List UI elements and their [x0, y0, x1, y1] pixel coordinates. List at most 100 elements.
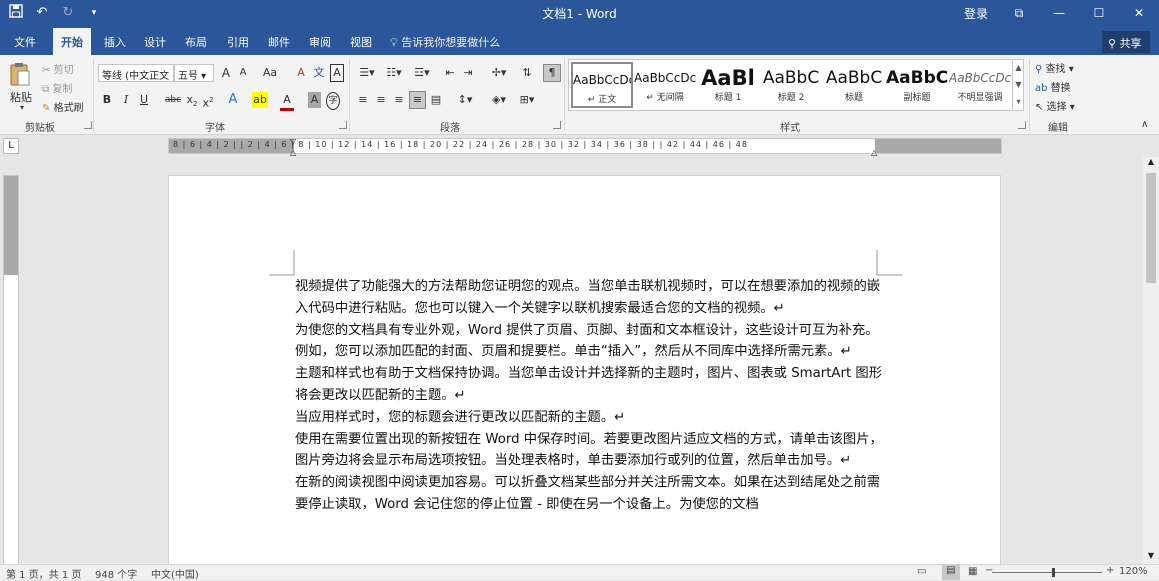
maximize-icon[interactable]: ☐ — [1079, 0, 1119, 28]
tab-review[interactable]: 审阅 — [309, 34, 331, 50]
paragraph[interactable]: 主题和样式也有助于文档保持协调。当您单击设计并选择新的主题时，图片、图表或 Sm… — [295, 363, 885, 407]
style-subtle-emphasis[interactable]: AaBbCcDc 不明显强调 — [949, 62, 1011, 108]
tab-view[interactable]: 视图 — [350, 34, 372, 50]
word-count[interactable]: 948 个字 — [95, 566, 137, 581]
align-right-icon[interactable]: ≡ — [391, 92, 407, 108]
close-icon[interactable]: ✕ — [1119, 0, 1159, 28]
shading-icon[interactable]: ◈▾ — [486, 92, 512, 108]
styles-launcher-icon[interactable] — [1018, 121, 1026, 129]
font-size-combo[interactable]: 五号 ▾ — [174, 64, 214, 82]
print-layout-icon[interactable]: ▤ — [942, 565, 960, 580]
font-name-combo[interactable]: 等线 (中文正文 — [98, 64, 174, 82]
right-indent-marker[interactable]: △ — [871, 148, 877, 157]
paragraph[interactable]: 当应用样式时，您的标题会进行更改以匹配新的主题。↵ — [295, 407, 885, 429]
underline-icon[interactable]: U — [137, 92, 151, 108]
change-case-icon[interactable]: Aa — [259, 65, 281, 81]
grow-font-icon[interactable]: A — [219, 65, 233, 81]
scroll-up-icon[interactable]: ▲ — [1143, 157, 1159, 171]
ribbon-display-options-icon[interactable]: ⧉ — [999, 0, 1039, 28]
horizontal-ruler[interactable]: 8 | 6 | 4 | 2 | | 2 | 4 | 6 | 8 | 10 | 1… — [168, 137, 1002, 157]
increase-indent-icon[interactable]: ⇥ — [460, 65, 476, 81]
style-title[interactable]: AaBbC 标题 — [823, 62, 885, 108]
character-shading-icon[interactable]: A — [308, 92, 321, 108]
share-button[interactable]: ⚲ 共享 — [1102, 31, 1150, 53]
bold-icon[interactable]: B — [100, 92, 114, 108]
tab-design[interactable]: 设计 — [144, 34, 166, 50]
paragraph[interactable]: 使用在需要位置出现的新按钮在 Word 中保存时间。若要更改图片适应文档的方式，… — [295, 429, 885, 473]
page-count[interactable]: 第 1 页，共 1 页 — [6, 566, 81, 581]
borders-icon[interactable]: ⊞▾ — [514, 92, 540, 108]
phonetic-guide-icon[interactable]: 文 — [312, 65, 326, 81]
format-painter-button[interactable]: ✎ 格式刷 — [42, 99, 84, 114]
bullets-icon[interactable]: ☰▾ — [355, 65, 379, 81]
hanging-indent-marker[interactable]: △ — [290, 148, 296, 157]
justify-icon[interactable]: ≡ — [409, 91, 426, 109]
styles-scroll[interactable]: ▲ ▼ ▾ — [1012, 59, 1024, 111]
paragraph[interactable]: 视频提供了功能强大的方法帮助您证明您的观点。当您单击联机视频时，可以在想要添加的… — [295, 276, 885, 320]
minimize-icon[interactable]: — — [1039, 0, 1079, 28]
select-button[interactable]: ↖ 选择 ▾ — [1035, 98, 1075, 113]
tab-mailings[interactable]: 邮件 — [268, 34, 290, 50]
collapse-ribbon-icon[interactable]: ∧ — [1141, 119, 1148, 130]
style-normal[interactable]: AaBbCcDc ↵ 正文 — [571, 62, 633, 108]
paste-dropdown-icon[interactable]: ▾ — [20, 103, 24, 112]
tab-layout[interactable]: 布局 — [185, 34, 207, 50]
zoom-in-icon[interactable]: + — [1106, 565, 1114, 576]
paragraph-launcher-icon[interactable] — [553, 121, 561, 129]
character-border-icon[interactable]: A — [330, 64, 344, 82]
document-body[interactable]: 视频提供了功能强大的方法帮助您证明您的观点。当您单击联机视频时，可以在想要添加的… — [295, 276, 885, 516]
font-launcher-icon[interactable] — [339, 121, 347, 129]
style-no-spacing[interactable]: AaBbCcDc ↵ 无间隔 — [634, 62, 696, 108]
tab-home[interactable]: 开始 — [53, 28, 91, 55]
align-center-icon[interactable]: ≡ — [373, 92, 389, 108]
zoom-out-icon[interactable]: − — [985, 565, 993, 576]
sort-icon[interactable]: ⇅ — [519, 65, 535, 81]
login-link[interactable]: 登录 — [964, 5, 988, 22]
text-effects-icon[interactable]: A — [226, 92, 240, 108]
enclose-characters-icon[interactable]: 字 — [326, 92, 340, 110]
tab-file[interactable]: 文件 — [14, 34, 36, 50]
decrease-indent-icon[interactable]: ⇤ — [442, 65, 458, 81]
tell-me-box[interactable]: 💡︎ 告诉我你想要做什么 — [390, 34, 500, 50]
vertical-scrollbar[interactable]: ▲ ▼ — [1143, 157, 1159, 565]
web-layout-icon[interactable]: ▦ — [968, 566, 977, 577]
numbering-icon[interactable]: ☷▾ — [382, 65, 406, 81]
zoom-slider-thumb[interactable] — [1052, 568, 1055, 577]
scrollbar-thumb[interactable] — [1146, 173, 1156, 283]
read-mode-icon[interactable]: ▭ — [917, 566, 926, 577]
line-spacing-icon[interactable]: ↕▾ — [452, 92, 478, 108]
document-page[interactable]: 视频提供了功能强大的方法帮助您证明您的观点。当您单击联机视频时，可以在想要添加的… — [168, 175, 1001, 580]
chinese-layout-icon[interactable]: ✢▾ — [486, 65, 512, 81]
vertical-ruler[interactable] — [3, 175, 19, 565]
superscript-icon[interactable]: x2 — [202, 92, 214, 112]
shrink-font-icon[interactable]: A — [236, 65, 250, 81]
subscript-icon[interactable]: x2 — [186, 92, 198, 112]
tab-references[interactable]: 引用 — [227, 34, 249, 50]
copy-button[interactable]: ⧉ 复制 — [42, 80, 72, 95]
zoom-level[interactable]: 120% — [1119, 566, 1148, 577]
zoom-slider-track[interactable] — [992, 572, 1102, 573]
style-heading-1[interactable]: AaBl 标题 1 — [697, 62, 759, 108]
paragraph[interactable]: 在新的阅读视图中阅读更加容易。可以折叠文档某些部分并关注所需文本。如果在达到结尾… — [295, 472, 885, 516]
clear-formatting-icon[interactable]: A — [294, 65, 308, 81]
find-button[interactable]: ⚲ 查找 ▾ — [1035, 60, 1074, 75]
replace-button[interactable]: ab 替换 — [1035, 79, 1071, 94]
tab-insert[interactable]: 插入 — [104, 34, 126, 50]
tab-selector[interactable]: L — [3, 138, 19, 154]
style-heading-2[interactable]: AaBbC 标题 2 — [760, 62, 822, 108]
cut-button[interactable]: ✂ 剪切 — [42, 61, 74, 76]
language-indicator[interactable]: 中文(中国) — [151, 566, 199, 581]
style-subtitle[interactable]: AaBbC 副标题 — [886, 62, 948, 108]
first-line-indent-marker[interactable]: ▽ — [290, 137, 296, 146]
strikethrough-icon[interactable]: abc — [164, 92, 182, 108]
font-color-icon[interactable]: A — [280, 92, 294, 111]
scroll-down-icon[interactable]: ▼ — [1143, 551, 1159, 565]
italic-icon[interactable]: I — [119, 92, 133, 108]
clipboard-launcher-icon[interactable] — [84, 121, 92, 129]
paste-icon[interactable] — [8, 61, 32, 87]
paragraph[interactable]: 为使您的文档具有专业外观，Word 提供了页眉、页脚、封面和文本框设计，这些设计… — [295, 320, 885, 364]
show-marks-icon[interactable]: ¶ — [543, 64, 561, 82]
distributed-icon[interactable]: ▤ — [428, 92, 444, 108]
highlight-icon[interactable]: ab — [252, 92, 268, 108]
multilevel-list-icon[interactable]: ☲▾ — [410, 65, 434, 81]
